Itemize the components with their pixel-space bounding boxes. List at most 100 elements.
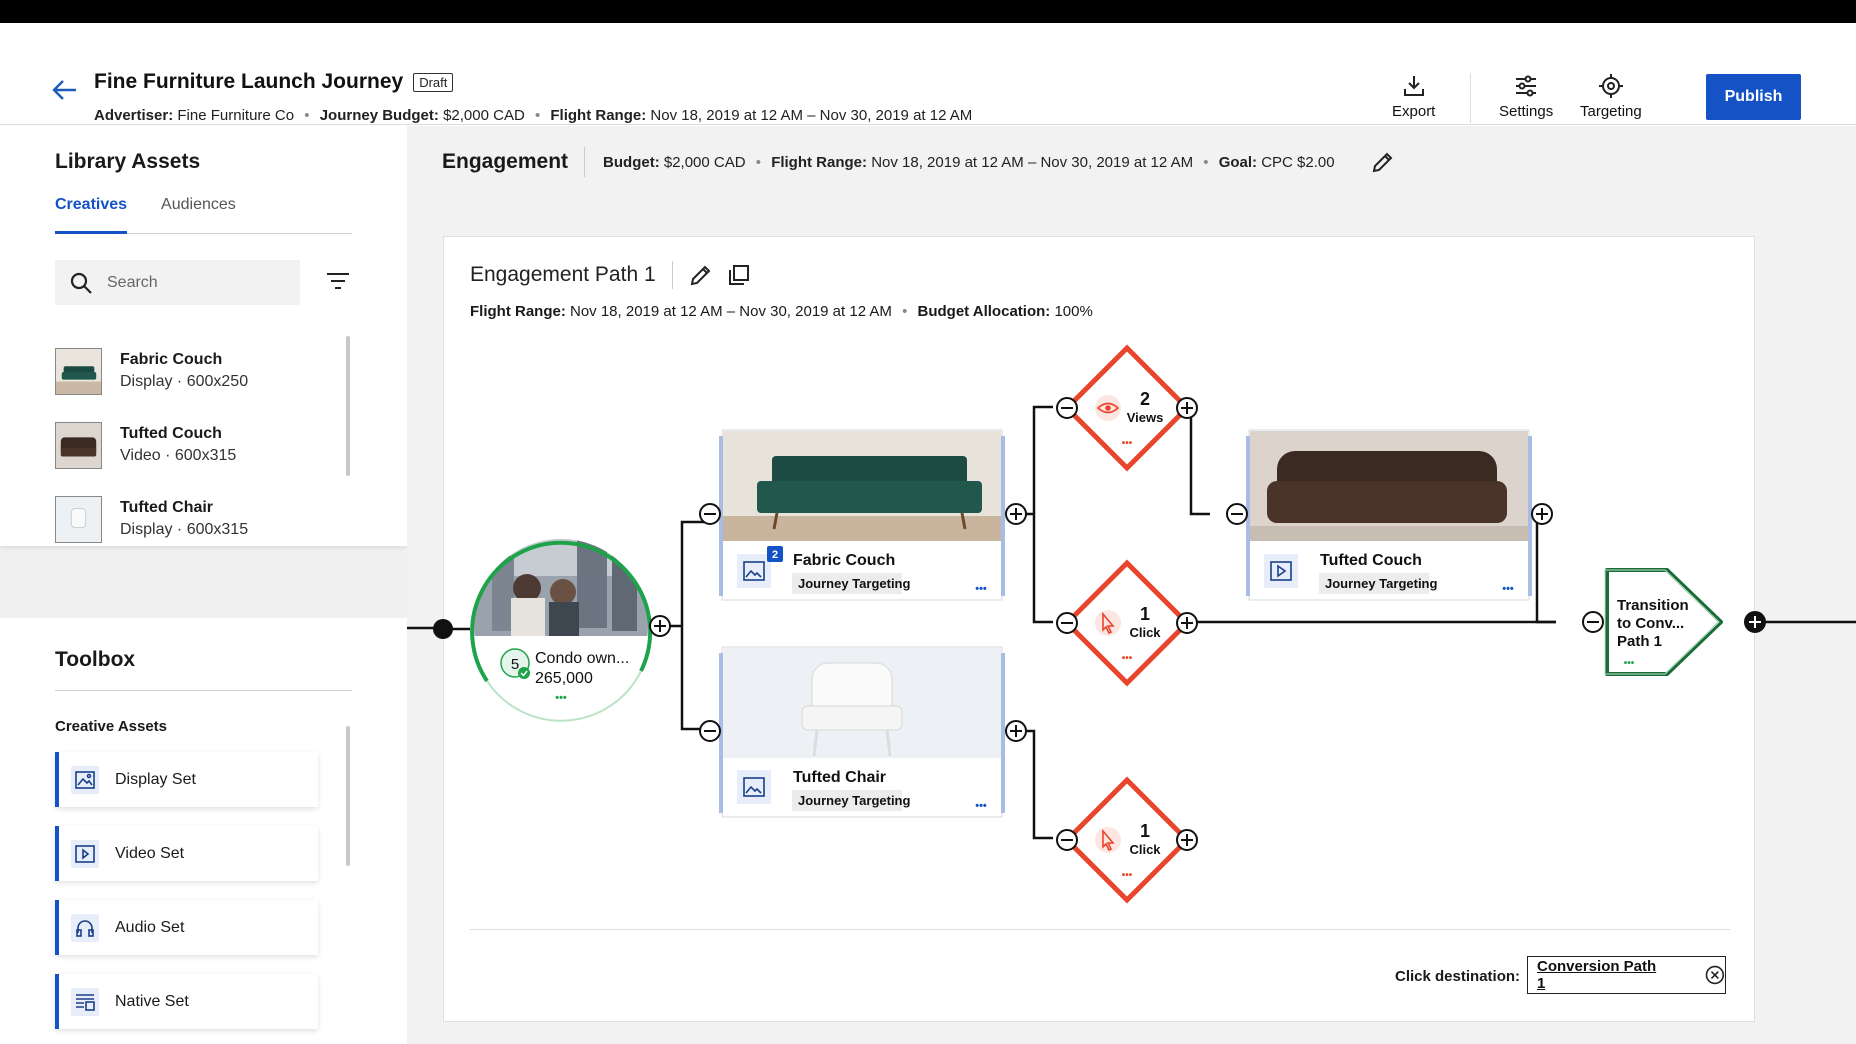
- audience-badge-count: 5: [511, 656, 519, 673]
- add-node-button[interactable]: [1005, 503, 1027, 525]
- toolbox-item-label: Video Set: [115, 844, 185, 862]
- trigger-count: 1: [1140, 604, 1150, 624]
- card-more-menu[interactable]: •••: [1502, 583, 1514, 595]
- tufted-chair-image: [723, 648, 1001, 758]
- publish-button[interactable]: Publish: [1706, 74, 1801, 120]
- remove-node-button[interactable]: [1226, 503, 1248, 525]
- toolbox-scrollbar[interactable]: [346, 726, 350, 866]
- top-black-bar: [0, 0, 1856, 23]
- advertiser-label: Advertiser:: [94, 107, 174, 124]
- export-button[interactable]: Export: [1392, 73, 1435, 120]
- toolbox-item-audio-set[interactable]: Audio Set: [55, 900, 318, 955]
- audience-size: 265,000: [535, 670, 593, 687]
- toolbox-title: Toolbox: [55, 648, 136, 671]
- trigger-node-views[interactable]: 2 Views •••: [1063, 344, 1191, 472]
- trigger-node-click[interactable]: 1 Click •••: [1063, 776, 1191, 904]
- sliders-icon: [1516, 75, 1537, 97]
- transition-more-menu[interactable]: •••: [1624, 658, 1635, 669]
- trigger-label: Click: [1129, 625, 1161, 640]
- toolbox-item-native-set[interactable]: Native Set: [55, 974, 318, 1029]
- export-icon: [1403, 76, 1424, 96]
- export-label: Export: [1392, 103, 1436, 120]
- search-input[interactable]: [107, 273, 277, 292]
- tab-audiences[interactable]: Audiences: [161, 194, 236, 233]
- asset-meta: Display · 600x250: [120, 373, 249, 390]
- creative-card-fabric-couch[interactable]: 2 Fabric Couch Journey Targeting •••: [719, 429, 1005, 601]
- audience-node[interactable]: 5 Condo own... 265,000 •••: [467, 536, 657, 722]
- divider: [55, 690, 352, 691]
- fabric-couch-thumbnail: [55, 347, 102, 395]
- remove-node-button[interactable]: [1582, 611, 1604, 633]
- asset-item-tufted-chair[interactable]: Tufted Chair Display · 600x315: [55, 482, 345, 556]
- budget-label: Journey Budget:: [319, 107, 439, 124]
- asset-item-fabric-couch[interactable]: Fabric Couch Display · 600x250: [55, 334, 345, 408]
- asset-list-scrollbar[interactable]: [346, 336, 350, 476]
- trigger-label: Click: [1129, 842, 1161, 857]
- toolbox-item-label: Display Set: [115, 770, 196, 788]
- filter-icon[interactable]: [326, 271, 350, 293]
- asset-name: Tufted Couch: [120, 425, 222, 442]
- remove-node-button[interactable]: [1056, 612, 1078, 634]
- card-more-menu[interactable]: •••: [975, 583, 987, 595]
- tufted-couch-image: [1250, 431, 1528, 541]
- toolbox-item-label: Native Set: [115, 992, 189, 1010]
- transition-node[interactable]: Transition to Conv... Path 1 •••: [1604, 568, 1723, 676]
- audience-more-menu[interactable]: •••: [555, 692, 567, 704]
- journey-meta: Advertiser: Fine Furniture Co • Journey …: [94, 107, 972, 124]
- search-icon: [70, 272, 92, 294]
- trigger-count: 1: [1140, 821, 1150, 841]
- transition-label: Transition: [1617, 597, 1689, 614]
- targeting-button[interactable]: Targeting: [1580, 73, 1642, 120]
- trigger-count: 2: [1140, 389, 1150, 409]
- add-node-button[interactable]: [1176, 397, 1198, 419]
- settings-button[interactable]: Settings: [1499, 73, 1553, 120]
- creative-card-tufted-chair[interactable]: Tufted Chair Journey Targeting •••: [719, 646, 1005, 818]
- native-icon: [71, 987, 99, 1016]
- library-assets-panel: Library Assets Creatives Audiences Fabri…: [0, 126, 407, 546]
- card-title: Tufted Chair: [793, 769, 886, 786]
- separator-dot: •: [304, 107, 310, 124]
- search-box: [55, 260, 300, 305]
- transition-label: Path 1: [1617, 633, 1662, 650]
- trigger-more-menu[interactable]: •••: [1122, 870, 1133, 881]
- flight-label: Flight Range:: [550, 107, 647, 124]
- trigger-more-menu[interactable]: •••: [1122, 438, 1133, 449]
- add-node-button[interactable]: [1176, 829, 1198, 851]
- asset-list: Fabric Couch Display · 600x250 Tufted Co…: [55, 334, 345, 556]
- toolbox-item-video-set[interactable]: Video Set: [55, 826, 318, 881]
- add-node-button[interactable]: [1176, 612, 1198, 634]
- budget-value: $2,000 CAD: [443, 107, 525, 124]
- remove-node-button[interactable]: [699, 720, 721, 742]
- toolbox-item-label: Audio Set: [115, 918, 185, 936]
- play-icon: [71, 839, 99, 868]
- tab-creatives[interactable]: Creatives: [55, 194, 128, 234]
- remove-node-button[interactable]: [1056, 829, 1078, 851]
- journey-start-node: [433, 619, 453, 639]
- asset-item-tufted-couch[interactable]: Tufted Couch Video · 600x315: [55, 408, 345, 482]
- check-icon: [518, 667, 530, 679]
- add-node-button[interactable]: [649, 615, 671, 637]
- settings-label: Settings: [1499, 103, 1554, 120]
- add-node-button[interactable]: [1005, 720, 1027, 742]
- card-title: Fabric Couch: [793, 552, 895, 569]
- creative-assets-heading: Creative Assets: [55, 718, 168, 735]
- remove-node-button[interactable]: [1056, 397, 1078, 419]
- card-more-menu[interactable]: •••: [975, 800, 987, 812]
- fabric-couch-image: [723, 431, 1001, 541]
- trigger-more-menu[interactable]: •••: [1122, 653, 1133, 664]
- trigger-label: Views: [1127, 410, 1164, 425]
- toolbox-item-display-set[interactable]: Display Set: [55, 752, 318, 807]
- asset-name: Tufted Chair: [120, 499, 214, 516]
- creative-card-tufted-couch[interactable]: Tufted Couch Journey Targeting •••: [1246, 429, 1532, 601]
- add-node-button[interactable]: [1531, 503, 1553, 525]
- advertiser-value: Fine Furniture Co: [177, 107, 295, 124]
- add-node-button[interactable]: [1744, 611, 1766, 633]
- back-arrow-icon[interactable]: [50, 75, 80, 105]
- trigger-node-click[interactable]: 1 Click •••: [1063, 559, 1191, 687]
- left-panel: Library Assets Creatives Audiences Fabri…: [0, 126, 407, 1044]
- tufted-couch-thumbnail: [55, 421, 102, 469]
- targeting-tag-label: Journey Targeting: [798, 793, 911, 808]
- image-icon: [71, 765, 99, 794]
- remove-node-button[interactable]: [699, 503, 721, 525]
- library-title: Library Assets: [55, 150, 201, 173]
